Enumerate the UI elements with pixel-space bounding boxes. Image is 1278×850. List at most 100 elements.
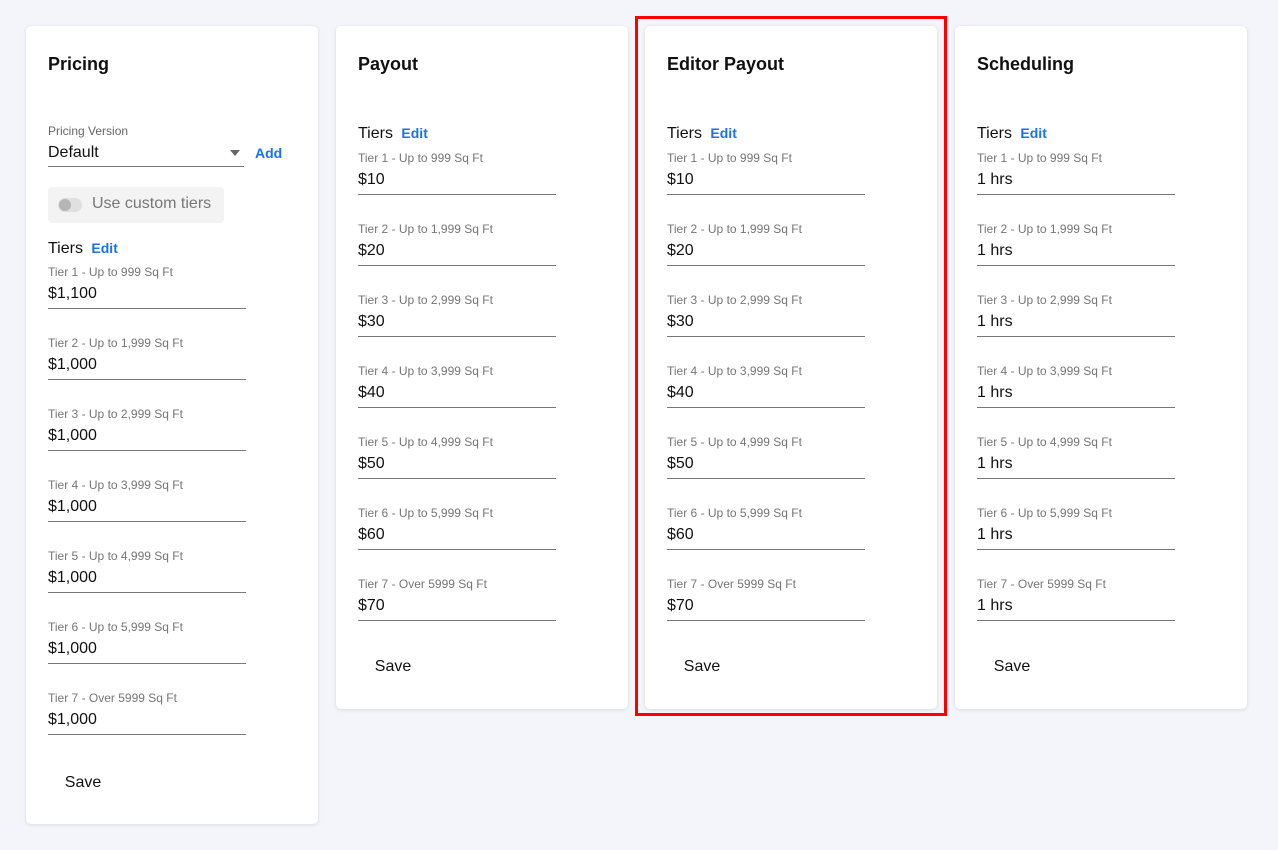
tier-value-input[interactable]: 1 hrs bbox=[977, 454, 1175, 479]
pricing-version-value: Default bbox=[48, 144, 99, 161]
tier-value-input[interactable]: $20 bbox=[358, 241, 556, 266]
add-pricing-version-link[interactable]: Add bbox=[255, 145, 282, 161]
tier-value-input[interactable]: $1,000 bbox=[48, 710, 246, 735]
chevron-down-icon bbox=[230, 150, 240, 156]
tier-value-input[interactable]: $1,000 bbox=[48, 568, 246, 593]
tiers-label: Tiers bbox=[977, 125, 1012, 142]
tier-field: Tier 4 - Up to 3,999 Sq Ft $40 bbox=[667, 363, 865, 408]
tiers-heading: Tiers Edit bbox=[977, 125, 1047, 143]
tier-label: Tier 4 - Up to 3,999 Sq Ft bbox=[48, 478, 183, 492]
tier-label: Tier 7 - Over 5999 Sq Ft bbox=[358, 577, 487, 591]
tier-value-input[interactable]: $10 bbox=[667, 170, 865, 195]
tier-label: Tier 7 - Over 5999 Sq Ft bbox=[48, 691, 177, 705]
tier-field: Tier 2 - Up to 1,999 Sq Ft 1 hrs bbox=[977, 221, 1175, 266]
tier-label: Tier 5 - Up to 4,999 Sq Ft bbox=[977, 435, 1112, 449]
tier-field: Tier 6 - Up to 5,999 Sq Ft 1 hrs bbox=[977, 505, 1175, 550]
tier-label: Tier 1 - Up to 999 Sq Ft bbox=[977, 151, 1102, 165]
pricing-version-select[interactable]: Default bbox=[48, 142, 244, 167]
tier-label: Tier 7 - Over 5999 Sq Ft bbox=[977, 577, 1106, 591]
tier-label: Tier 3 - Up to 2,999 Sq Ft bbox=[667, 293, 802, 307]
tier-value-input[interactable]: $50 bbox=[358, 454, 556, 479]
tier-field: Tier 5 - Up to 4,999 Sq Ft $50 bbox=[667, 434, 865, 479]
tier-value-input[interactable]: $70 bbox=[358, 596, 556, 621]
tier-label: Tier 6 - Up to 5,999 Sq Ft bbox=[977, 506, 1112, 520]
tier-field: Tier 6 - Up to 5,999 Sq Ft $60 bbox=[358, 505, 556, 550]
payout-title: Payout bbox=[358, 54, 419, 74]
tiers-label: Tiers bbox=[667, 125, 702, 142]
custom-tiers-toggle[interactable]: Use custom tiers bbox=[48, 187, 224, 223]
tier-value-input[interactable]: $1,000 bbox=[48, 639, 246, 664]
save-button[interactable]: Save bbox=[48, 766, 118, 800]
toggle-knob bbox=[59, 199, 71, 211]
tier-field: Tier 2 - Up to 1,999 Sq Ft $20 bbox=[358, 221, 556, 266]
tier-value-input[interactable]: $1,000 bbox=[48, 426, 246, 451]
tier-value-input[interactable]: $50 bbox=[667, 454, 865, 479]
tier-field: Tier 6 - Up to 5,999 Sq Ft $60 bbox=[667, 505, 865, 550]
tier-label: Tier 5 - Up to 4,999 Sq Ft bbox=[667, 435, 802, 449]
tier-value-input[interactable]: $20 bbox=[667, 241, 865, 266]
tier-label: Tier 6 - Up to 5,999 Sq Ft bbox=[358, 506, 493, 520]
tier-value-input[interactable]: $10 bbox=[358, 170, 556, 195]
custom-tiers-label: Use custom tiers bbox=[92, 195, 212, 212]
tier-value-input[interactable]: $1,000 bbox=[48, 355, 246, 380]
save-button[interactable]: Save bbox=[667, 650, 737, 684]
tier-value-input[interactable]: $70 bbox=[667, 596, 865, 621]
toggle-switch[interactable] bbox=[58, 198, 82, 212]
editor-payout-title: Editor Payout bbox=[667, 54, 785, 74]
tiers-heading: Tiers Edit bbox=[667, 125, 737, 143]
tier-field: Tier 6 - Up to 5,999 Sq Ft $1,000 bbox=[48, 619, 246, 664]
tier-value-input[interactable]: $40 bbox=[667, 383, 865, 408]
tier-field: Tier 7 - Over 5999 Sq Ft $70 bbox=[358, 576, 556, 621]
tier-field: Tier 1 - Up to 999 Sq Ft $10 bbox=[667, 150, 865, 195]
tier-label: Tier 4 - Up to 3,999 Sq Ft bbox=[667, 364, 802, 378]
edit-tiers-link[interactable]: Edit bbox=[91, 240, 117, 256]
tier-field: Tier 2 - Up to 1,999 Sq Ft $20 bbox=[667, 221, 865, 266]
save-button[interactable]: Save bbox=[358, 650, 428, 684]
tier-label: Tier 7 - Over 5999 Sq Ft bbox=[667, 577, 796, 591]
tier-value-input[interactable]: $40 bbox=[358, 383, 556, 408]
tier-value-input[interactable]: 1 hrs bbox=[977, 170, 1175, 195]
tier-value-input[interactable]: $30 bbox=[667, 312, 865, 337]
save-button[interactable]: Save bbox=[977, 650, 1047, 684]
tier-label: Tier 2 - Up to 1,999 Sq Ft bbox=[667, 222, 802, 236]
tier-field: Tier 5 - Up to 4,999 Sq Ft 1 hrs bbox=[977, 434, 1175, 479]
tier-value-input[interactable]: 1 hrs bbox=[977, 525, 1175, 550]
tier-field: Tier 3 - Up to 2,999 Sq Ft $30 bbox=[667, 292, 865, 337]
tier-value-input[interactable]: 1 hrs bbox=[977, 596, 1175, 621]
tier-label: Tier 1 - Up to 999 Sq Ft bbox=[667, 151, 792, 165]
tier-label: Tier 4 - Up to 3,999 Sq Ft bbox=[977, 364, 1112, 378]
edit-tiers-link[interactable]: Edit bbox=[710, 125, 736, 141]
tier-value-input[interactable]: 1 hrs bbox=[977, 241, 1175, 266]
tier-label: Tier 4 - Up to 3,999 Sq Ft bbox=[358, 364, 493, 378]
tiers-label: Tiers bbox=[358, 125, 393, 142]
tier-value-input[interactable]: $1,000 bbox=[48, 497, 246, 522]
tier-label: Tier 1 - Up to 999 Sq Ft bbox=[48, 265, 173, 279]
scheduling-card: Scheduling Tiers Edit Save Tier 1 - Up t… bbox=[955, 26, 1247, 709]
tier-value-input[interactable]: $60 bbox=[358, 525, 556, 550]
tier-label: Tier 3 - Up to 2,999 Sq Ft bbox=[977, 293, 1112, 307]
tier-value-input[interactable]: $60 bbox=[667, 525, 865, 550]
tiers-heading: Tiers Edit bbox=[48, 240, 118, 258]
pricing-title: Pricing bbox=[48, 54, 110, 74]
tier-field: Tier 4 - Up to 3,999 Sq Ft $1,000 bbox=[48, 477, 246, 522]
edit-tiers-link[interactable]: Edit bbox=[1020, 125, 1046, 141]
tier-field: Tier 7 - Over 5999 Sq Ft $1,000 bbox=[48, 690, 246, 735]
tier-field: Tier 3 - Up to 2,999 Sq Ft 1 hrs bbox=[977, 292, 1175, 337]
tier-field: Tier 7 - Over 5999 Sq Ft $70 bbox=[667, 576, 865, 621]
tier-field: Tier 4 - Up to 3,999 Sq Ft 1 hrs bbox=[977, 363, 1175, 408]
tier-label: Tier 3 - Up to 2,999 Sq Ft bbox=[358, 293, 493, 307]
editor-payout-card: Editor Payout Tiers Edit Save Tier 1 - U… bbox=[645, 26, 937, 709]
tier-label: Tier 2 - Up to 1,999 Sq Ft bbox=[358, 222, 493, 236]
tier-label: Tier 3 - Up to 2,999 Sq Ft bbox=[48, 407, 183, 421]
tier-value-input[interactable]: 1 hrs bbox=[977, 383, 1175, 408]
tier-label: Tier 2 - Up to 1,999 Sq Ft bbox=[977, 222, 1112, 236]
tier-value-input[interactable]: $30 bbox=[358, 312, 556, 337]
tiers-label: Tiers bbox=[48, 240, 83, 257]
payout-card: Payout Tiers Edit Save Tier 1 - Up to 99… bbox=[336, 26, 628, 709]
tier-value-input[interactable]: $1,100 bbox=[48, 284, 246, 309]
tier-field: Tier 1 - Up to 999 Sq Ft $1,100 bbox=[48, 264, 246, 309]
edit-tiers-link[interactable]: Edit bbox=[401, 125, 427, 141]
tier-field: Tier 4 - Up to 3,999 Sq Ft $40 bbox=[358, 363, 556, 408]
tier-label: Tier 5 - Up to 4,999 Sq Ft bbox=[48, 549, 183, 563]
tier-value-input[interactable]: 1 hrs bbox=[977, 312, 1175, 337]
